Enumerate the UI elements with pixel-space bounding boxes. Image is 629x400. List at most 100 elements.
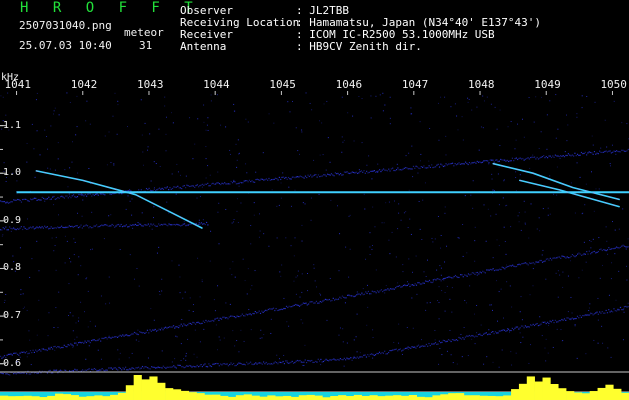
noise-dot [22,307,24,309]
noise-dot [601,264,603,266]
noise-dot [605,226,607,228]
sweep-2-dot [155,330,158,332]
noise-dot [285,237,287,239]
noise-dot [594,101,596,103]
sweep-3-dot [510,160,512,162]
audio-bar [526,376,535,400]
sweep-4-dot [604,312,606,314]
noise-dot [522,336,524,338]
sweep-2-dot [50,346,52,349]
sweep-4-dot [455,338,457,341]
noise-dot [529,167,531,169]
sweep-4-dot [97,369,99,372]
sweep-4-dot [93,367,95,370]
sweep-4-dot [496,332,498,334]
sweep-4-dot [609,311,611,313]
noise-dot [171,260,173,262]
sweep-2-dot [470,273,472,275]
noise-dot [618,228,620,230]
noise-dot [342,141,344,143]
sweep-2-dot [562,255,564,258]
noise-dot [444,206,446,208]
sweep-3-dot [615,150,618,152]
sweep-2-dot [341,295,343,297]
noise-dot [597,319,599,321]
noise-dot [359,352,361,354]
sweep-4-dot [523,327,525,329]
sweep-3-dot [41,196,43,199]
sweep-3-dot [539,157,541,159]
noise-dot [584,204,586,206]
noise-dot [198,219,200,221]
sweep-4-dot [484,332,486,334]
noise-dot [329,277,331,279]
sweep-4-dot [195,366,197,368]
noise-dot [229,303,231,305]
noise-dot [234,345,236,347]
sweep-4-dot [243,363,245,365]
noise-dot [14,270,16,272]
sweep-2-dot [521,263,523,265]
sweep-2-dot [366,292,368,294]
noise-dot [72,315,74,317]
sweep-3-dot [416,166,418,168]
noise-dot [232,330,234,332]
audio-bar [15,396,24,400]
noise-dot [398,323,400,325]
noise-dot [261,337,263,339]
sweep-2-dot [92,339,94,341]
sweep-4-dot [252,363,254,366]
sweep-4-dot [151,366,153,368]
noise-dot [47,148,49,150]
sweep-4-dot [352,357,355,359]
noise-dot [150,180,152,182]
sweep-4-dot [364,354,366,356]
noise-dot [5,181,7,183]
sweep-2-dot [489,268,492,271]
noise-dot [229,268,231,270]
sweep-4-dot [399,348,401,350]
sweep-1-dot [136,224,138,227]
sweep-3-dot [211,183,213,185]
sweep-3-dot [394,170,396,172]
sweep-2-dot [404,284,406,286]
noise-dot [440,235,442,237]
noise-dot [250,329,252,331]
noise-dot [503,179,505,181]
sweep-3-dot [571,154,573,156]
sweep-4-dot [106,369,108,371]
noise-dot [39,154,41,156]
sweep-2-dot [90,339,93,342]
sweep-2-dot [194,323,197,325]
audio-bar [621,392,629,400]
sweep-1-dot [171,224,173,226]
noise-dot [53,204,55,206]
noise-dot [288,186,290,188]
sweep-2-dot [564,256,566,258]
noise-dot [55,269,57,271]
sweep-4-dot [382,352,384,354]
sweep-2-dot [100,340,102,342]
sweep-3-dot [221,182,223,184]
noise-dot [626,279,628,281]
noise-dot [108,131,110,133]
sweep-3-dot [402,168,404,170]
sweep-1-dot [180,225,182,227]
noise-dot [541,96,543,98]
sweep-4-dot [483,333,485,335]
sweep-4-dot [519,327,521,329]
noise-dot [113,163,115,165]
sweep-2-dot [176,326,178,328]
sweep-4-dot [273,362,275,364]
sweep-2-dot [87,340,89,342]
sweep-1-dot [28,227,30,229]
sweep-1-dot [204,223,206,226]
sweep-3-dot [280,178,282,181]
sweep-1-dot [146,224,148,226]
noise-dot [353,355,355,357]
sweep-2-dot [222,316,224,318]
sweep-3-dot [153,188,155,190]
noise-dot [490,304,492,306]
noise-dot [483,363,485,365]
sweep-3-dot [351,171,353,173]
